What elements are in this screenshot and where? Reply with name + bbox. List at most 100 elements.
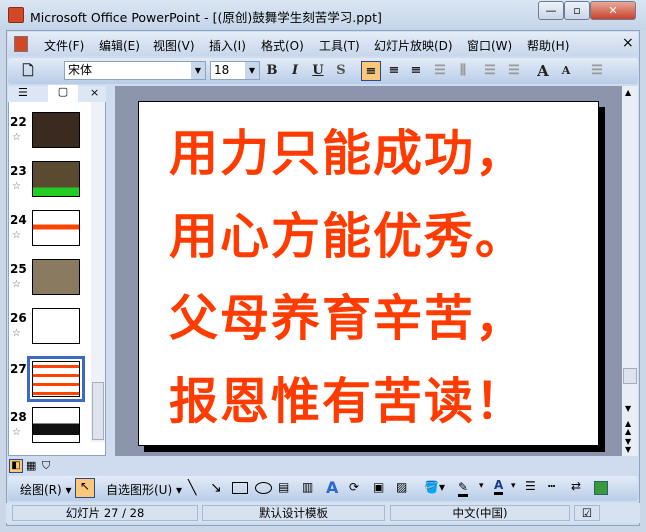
slide-text-line[interactable]: 父母养育辛苦， xyxy=(169,279,526,350)
scroll-down-icon[interactable]: ▼ xyxy=(625,404,631,413)
slide-thumb-23[interactable]: 23 ☆ xyxy=(8,161,90,205)
slide-number: 26 xyxy=(10,311,27,325)
slide-number: 27 xyxy=(10,362,27,376)
menu-format[interactable]: 格式(O) xyxy=(261,37,304,54)
bullets-button[interactable]: ☰ xyxy=(504,61,524,81)
underline-button[interactable]: U xyxy=(308,61,328,81)
pane-tabs: ☰ ▢ × xyxy=(8,85,106,102)
arrow-style-icon[interactable]: ⇄ xyxy=(571,479,581,493)
increase-font-button[interactable]: A xyxy=(533,61,553,81)
align-center-button[interactable]: ≡ xyxy=(384,61,404,81)
status-bar: 幻灯片 27 / 28 默认设计模板 中文(中国) ☑ xyxy=(6,503,640,523)
font-color-icon[interactable]: A xyxy=(494,478,504,495)
slide-thumb-28[interactable]: 28 ☆ xyxy=(8,407,90,451)
spelling-check-icon[interactable]: ☑ xyxy=(574,505,600,521)
slide-counter: 幻灯片 27 / 28 xyxy=(12,505,198,521)
slide-number: 28 xyxy=(10,410,27,424)
align-right-button[interactable]: ≡ xyxy=(406,61,426,81)
slideshow-button[interactable]: ⛉ xyxy=(42,459,50,473)
minimize-button[interactable]: — xyxy=(538,1,564,20)
chevron-down-icon[interactable]: ▾ xyxy=(479,481,484,491)
draw-menu[interactable]: 绘图(R) ▾ xyxy=(20,481,72,498)
draw-label: 绘图(R) xyxy=(20,483,62,497)
close-document-button[interactable]: × xyxy=(622,35,634,51)
shadow-button[interactable]: S xyxy=(331,61,351,81)
animation-icon: ☆ xyxy=(12,181,21,192)
slide-sorter-button[interactable]: ▦ xyxy=(26,459,36,472)
vertical-textbox-icon[interactable]: ▥ xyxy=(302,480,313,494)
slide-thumb-27[interactable]: 27 xyxy=(8,356,90,404)
line-style-icon[interactable]: ☰ xyxy=(525,479,536,493)
menu-edit[interactable]: 编辑(E) xyxy=(99,37,140,54)
menu-window[interactable]: 窗口(W) xyxy=(467,37,512,54)
menu-view[interactable]: 视图(V) xyxy=(153,37,195,54)
slide-thumb-26[interactable]: 26 ☆ xyxy=(8,308,90,352)
menu-slideshow[interactable]: 幻灯片放映(D) xyxy=(374,37,453,54)
slide-thumbnail xyxy=(32,259,80,295)
line-color-icon[interactable]: ✎ xyxy=(458,480,469,497)
pane-close-button[interactable]: × xyxy=(90,86,99,99)
title-bar: Microsoft Office PowerPoint - [(原创)鼓舞学生刻… xyxy=(0,0,646,30)
align-left-button[interactable]: ≡ xyxy=(361,61,381,81)
chevron-down-icon[interactable]: ▼ xyxy=(245,62,259,79)
menu-tools[interactable]: 工具(T) xyxy=(319,37,360,54)
slide-text-line[interactable]: 报恩惟有苦读！ xyxy=(169,362,526,433)
normal-view-button[interactable]: ◧ xyxy=(9,459,23,473)
new-document-button[interactable]: 🗋 xyxy=(18,61,38,81)
slide-canvas[interactable]: 用力只能成功， 用心方能优秀。 父母养育辛苦， 报恩惟有苦读！ xyxy=(138,101,599,446)
chevron-down-icon[interactable]: ▾ xyxy=(511,481,516,491)
clipart-icon[interactable]: ▣ xyxy=(373,480,384,494)
wordart-icon[interactable]: A xyxy=(326,478,338,497)
shadow-style-icon[interactable] xyxy=(594,481,608,495)
scroll-thumb[interactable] xyxy=(623,368,637,384)
menu-insert[interactable]: 插入(I) xyxy=(209,37,246,54)
slide-text-line[interactable]: 用心方能优秀。 xyxy=(169,197,526,268)
animation-icon: ☆ xyxy=(12,279,21,290)
rectangle-tool-icon[interactable] xyxy=(232,482,248,494)
select-pointer-button[interactable]: ↖ xyxy=(75,478,95,498)
slide-thumbnail xyxy=(32,308,80,344)
tab-slides[interactable]: ▢ xyxy=(48,85,78,102)
slide-thumbnail xyxy=(32,112,80,148)
menu-file[interactable]: 文件(F) xyxy=(44,37,84,54)
line-tool-icon[interactable]: ╲ xyxy=(188,480,196,496)
pane-scrollbar[interactable] xyxy=(91,102,105,442)
decrease-indent-button[interactable]: ☰ xyxy=(587,61,607,81)
menu-help[interactable]: 帮助(H) xyxy=(527,37,569,54)
textbox-tool-icon[interactable]: ▤ xyxy=(278,480,289,494)
scroll-up-icon[interactable]: ▲ xyxy=(625,88,631,97)
slide-text-line[interactable]: 用力只能成功， xyxy=(169,114,526,185)
slide-thumbnail xyxy=(32,361,80,397)
previous-slide-icon[interactable]: ▲ ▲ xyxy=(625,420,631,436)
slide-thumb-25[interactable]: 25 ☆ xyxy=(8,259,90,303)
font-size-select[interactable]: 18 ▼ xyxy=(210,61,260,80)
oval-tool-icon[interactable] xyxy=(255,482,272,494)
decrease-font-button[interactable]: A xyxy=(556,61,576,81)
dash-style-icon[interactable]: ┅ xyxy=(548,479,555,493)
arrow-tool-icon[interactable]: ↘ xyxy=(210,480,222,496)
slide-thumbnail xyxy=(32,161,80,197)
document-icon xyxy=(14,36,28,52)
animation-icon: ☆ xyxy=(12,230,21,241)
chevron-down-icon[interactable]: ▼ xyxy=(191,62,205,79)
picture-icon[interactable]: ▨ xyxy=(396,480,407,494)
font-select[interactable]: 宋体 ▼ xyxy=(64,61,206,80)
line-spacing-button[interactable]: ☰ xyxy=(430,61,450,81)
slide-thumb-24[interactable]: 24 ☆ xyxy=(8,210,90,254)
bold-button[interactable]: B xyxy=(262,61,282,81)
scroll-thumb[interactable] xyxy=(92,382,104,440)
vertical-scrollbar[interactable]: ▲ ▼ ▲ ▲ ▼ ▼ xyxy=(622,86,638,456)
drawing-toolbar: 绘图(R) ▾ ↖ 自选图形(U) ▾ ╲ ↘ ▤ ▥ A ⟳ ▣ ▨ 🪣▾ ✎… xyxy=(8,476,638,501)
close-button[interactable]: ✕ xyxy=(590,1,636,20)
italic-button[interactable]: I xyxy=(285,61,305,81)
distribute-button[interactable]: ⫼ xyxy=(453,61,473,81)
autoshapes-menu[interactable]: 自选图形(U) ▾ xyxy=(106,481,182,498)
tab-outline[interactable]: ☰ xyxy=(18,86,28,99)
diagram-icon[interactable]: ⟳ xyxy=(349,480,359,494)
fill-color-icon[interactable]: 🪣▾ xyxy=(424,480,445,494)
next-slide-icon[interactable]: ▼ ▼ xyxy=(625,438,631,454)
slide-thumb-22[interactable]: 22 ☆ xyxy=(8,112,90,156)
maximize-button[interactable]: ▫ xyxy=(564,1,590,20)
numbering-button[interactable]: ☰ xyxy=(480,61,500,81)
animation-icon: ☆ xyxy=(12,427,21,438)
